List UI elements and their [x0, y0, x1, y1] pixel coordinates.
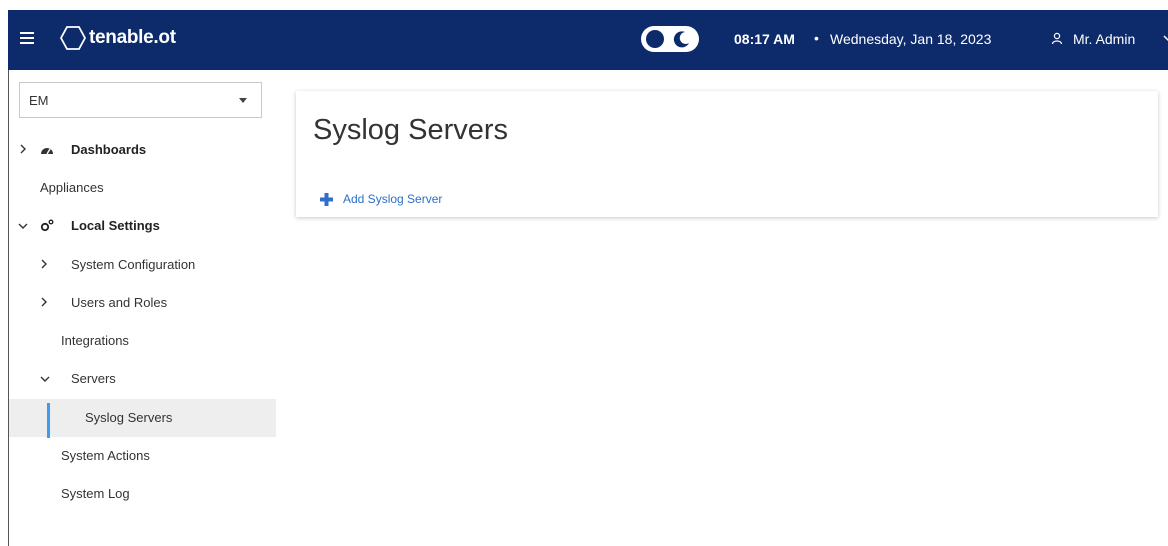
- sidebar-item-system-configuration[interactable]: System Configuration: [9, 246, 276, 284]
- add-syslog-server-label: Add Syslog Server: [343, 192, 443, 206]
- plus-icon: [320, 192, 333, 206]
- sidebar-item-users-and-roles[interactable]: Users and Roles: [9, 284, 276, 322]
- sidebar-item-integrations[interactable]: Integrations: [9, 322, 276, 360]
- top-bar: tenable.ot 08:17 AM • Wednesday, Jan 18,…: [8, 10, 1168, 70]
- logo-text: tenable.ot: [89, 27, 176, 48]
- logo: tenable.ot: [60, 25, 176, 51]
- sidebar-item-system-log[interactable]: System Log: [9, 475, 276, 513]
- active-indicator: [47, 403, 50, 438]
- chevron-right-icon: [41, 259, 47, 269]
- chevron-right-icon: [41, 297, 47, 307]
- chevron-down-icon: [40, 376, 50, 382]
- syslog-servers-card: Syslog Servers Add Syslog Server: [296, 91, 1158, 217]
- sidebar-item-label: System Configuration: [71, 257, 196, 272]
- sidebar-item-label: Appliances: [40, 180, 104, 195]
- sidebar-item-label: Local Settings: [71, 218, 160, 233]
- add-syslog-server-button[interactable]: Add Syslog Server: [320, 192, 442, 206]
- header-separator: •: [814, 30, 819, 46]
- sidebar-item-local-settings[interactable]: Local Settings: [9, 207, 276, 245]
- user-icon: [1051, 32, 1063, 45]
- sidebar-item-dashboards[interactable]: Dashboards: [9, 131, 276, 169]
- theme-toggle[interactable]: [641, 26, 699, 52]
- menu-icon[interactable]: [20, 32, 34, 44]
- sidebar-item-appliances[interactable]: Appliances: [9, 169, 276, 207]
- site-selector[interactable]: EM: [19, 82, 262, 118]
- header-time: 08:17 AM: [734, 31, 795, 47]
- theme-toggle-knob: [646, 30, 664, 48]
- chevron-right-icon: [20, 144, 26, 154]
- gears-icon: [40, 219, 54, 232]
- logo-hexagon-icon: [60, 26, 86, 50]
- sidebar-item-label: Integrations: [61, 333, 129, 348]
- speedometer-icon: [41, 148, 53, 155]
- chevron-down-icon[interactable]: [1163, 34, 1168, 42]
- sidebar: EM Dashboards Appliances Local Settings …: [8, 70, 276, 546]
- site-selector-value: EM: [29, 93, 49, 108]
- sidebar-item-label: System Actions: [61, 448, 150, 463]
- page-title: Syslog Servers: [313, 114, 509, 146]
- header-date: Wednesday, Jan 18, 2023: [830, 31, 992, 47]
- sidebar-item-label: Syslog Servers: [85, 410, 173, 425]
- moon-icon: [673, 31, 689, 48]
- sidebar-item-label: Servers: [71, 371, 116, 386]
- caret-down-icon: [239, 98, 247, 103]
- sidebar-item-servers[interactable]: Servers: [9, 360, 276, 398]
- user-menu[interactable]: Mr. Admin: [1073, 31, 1135, 47]
- sidebar-item-syslog-servers[interactable]: Syslog Servers: [9, 399, 276, 438]
- sidebar-item-label: System Log: [61, 486, 130, 501]
- sidebar-item-label: Users and Roles: [71, 295, 168, 310]
- sidebar-item-system-actions[interactable]: System Actions: [9, 437, 276, 475]
- chevron-down-icon: [18, 223, 28, 229]
- sidebar-item-label: Dashboards: [71, 142, 147, 157]
